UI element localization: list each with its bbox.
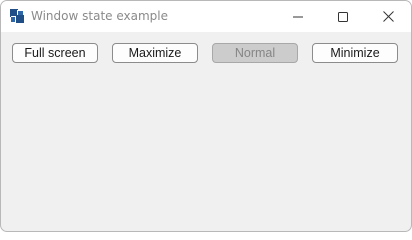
app-window: Window state example Full screen Maximiz…: [0, 0, 412, 232]
maximize-button[interactable]: [320, 1, 366, 32]
maximize-icon: [338, 11, 348, 22]
title-bar[interactable]: Window state example: [1, 1, 411, 32]
close-icon: [382, 11, 394, 22]
close-button[interactable]: [365, 1, 411, 32]
minimize-button[interactable]: [275, 1, 321, 32]
minimize-window-button[interactable]: Minimize: [312, 43, 398, 63]
window-title: Window state example: [31, 9, 168, 23]
normal-button[interactable]: Normal: [212, 43, 298, 63]
maximize-window-button[interactable]: Maximize: [112, 43, 198, 63]
app-icon: [10, 9, 24, 23]
full-screen-button[interactable]: Full screen: [12, 43, 98, 63]
minimize-icon: [293, 16, 303, 17]
